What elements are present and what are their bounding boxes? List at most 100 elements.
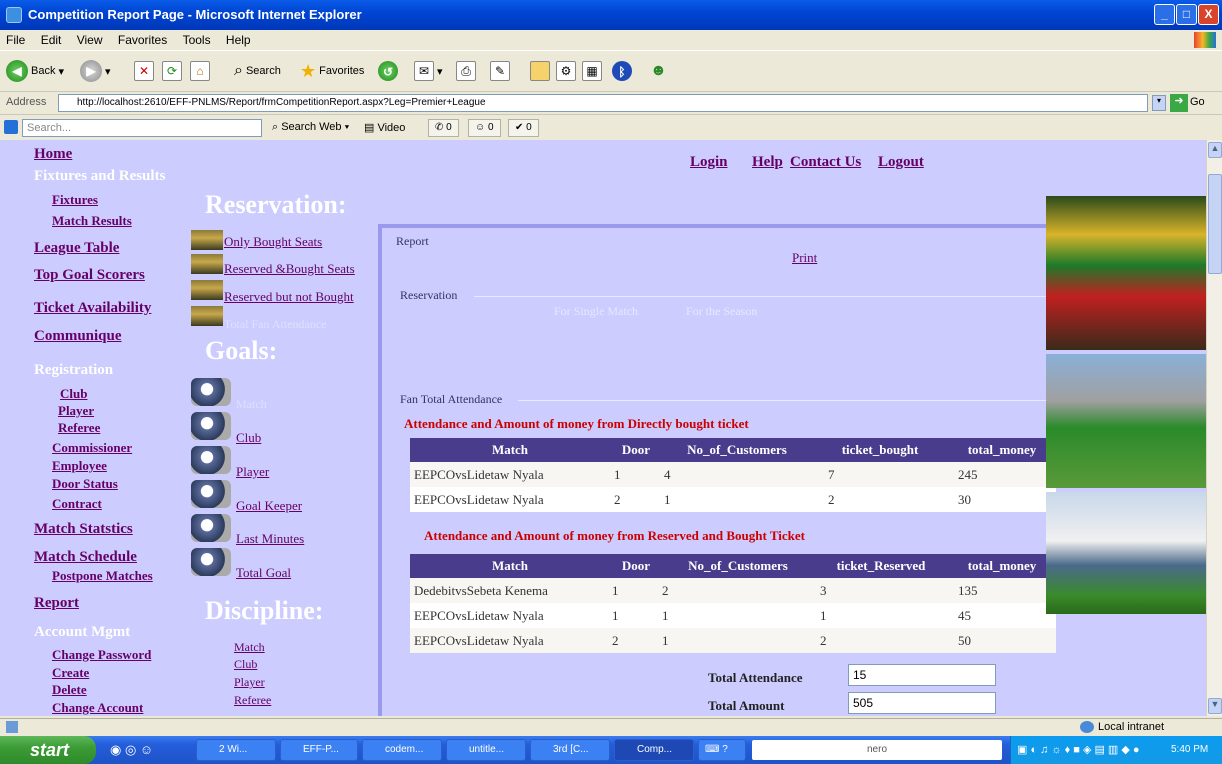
nav-club[interactable]: Club [60,386,87,402]
total-attendance-field[interactable]: 15 [848,664,996,686]
scroll-down-icon[interactable]: ▼ [1208,698,1222,714]
nav-match-results[interactable]: Match Results [52,213,132,229]
print-link[interactable]: Print [792,250,817,266]
menu-favorites[interactable]: Favorites [118,33,167,47]
start-button[interactable]: start [0,736,96,764]
goals-title: Goals: [205,336,278,365]
menu-help[interactable]: Help [226,33,251,47]
vertical-scrollbar[interactable]: ▲ ▼ [1206,140,1222,716]
back-button[interactable]: ◀ Back ▾ [6,59,64,83]
history-button[interactable]: ↺ [378,59,398,83]
nav-postpone-matches[interactable]: Postpone Matches [52,568,153,584]
counter-1[interactable]: ✆ 0 [428,119,459,137]
menu-view[interactable]: View [77,33,103,47]
tab-season[interactable]: For the Season [686,304,757,319]
edit-button[interactable]: ✎ [490,59,510,83]
home-button[interactable]: ⌂ [190,59,210,83]
tool1-button[interactable]: ⚙ [556,59,576,83]
discipline-match-link[interactable]: Match [234,640,265,655]
goals-last-minutes-link[interactable]: Last Minutes [236,531,304,547]
nav-match-statstics[interactable]: Match Statstics [34,521,133,538]
go-arrow-icon[interactable]: ➜ [1170,94,1188,112]
scroll-thumb[interactable] [1208,174,1222,274]
nav-player[interactable]: Player [58,403,94,419]
tab-single-match[interactable]: For Single Match [554,304,638,319]
nav-contract[interactable]: Contract [52,496,102,512]
task-button-keyboard[interactable]: ⌨ ? [698,739,746,761]
goals-goal-keeper-link[interactable]: Goal Keeper [236,498,302,514]
help-link[interactable]: Help [752,154,783,171]
nav-fixtures[interactable]: Fixtures [52,192,98,208]
goals-total-goal-link[interactable]: Total Goal [236,565,291,581]
counter-3[interactable]: ✔ 0 [508,119,539,137]
total-amount-field[interactable]: 505 [848,692,996,714]
status-bar: Local intranet [0,718,1222,736]
close-button[interactable]: X [1198,4,1219,25]
total-fan-attendance-link[interactable]: Total Fan Attendance [224,317,326,332]
nav-commissioner[interactable]: Commissioner [52,440,132,456]
nav-top-goal-scorers[interactable]: Top Goal Scorers [34,267,145,284]
search-toolbar: Search... ⌕ Search Web ▾ ▤ Video ✆ 0 ☺ 0… [0,114,1222,140]
goals-player-link[interactable]: Player [236,464,269,480]
stop-button[interactable]: ✕ [134,59,154,83]
tool2-button[interactable]: ▦ [582,59,602,83]
logout-link[interactable]: Logout [878,154,924,171]
maximize-button[interactable]: □ [1176,4,1197,25]
task-button[interactable]: EFF-P... [280,739,358,761]
quicklaunch-icons[interactable]: ◉ ◎ ☺ [110,742,153,758]
forward-button[interactable]: ▶ ▾ [80,59,111,83]
search-button[interactable]: ⌕ Search [234,59,281,83]
bluetooth-button[interactable]: ᛒ [612,59,632,83]
contact-us-link[interactable]: Contact Us [790,154,861,171]
nav-change-account[interactable]: Change Account [52,700,143,716]
minimize-button[interactable]: _ [1154,4,1175,25]
only-bought-seats-link[interactable]: Only Bought Seats [224,234,322,250]
goals-club-link[interactable]: Club [236,430,261,446]
discipline-player-link[interactable]: Player [234,675,265,690]
nav-league-table[interactable]: League Table [34,240,119,257]
search-web-button[interactable]: ⌕ Search Web ▾ [272,121,349,134]
address-dropdown-icon[interactable]: ▾ [1152,95,1166,111]
refresh-button[interactable]: ⟳ [162,59,182,83]
video-button[interactable]: ▤ Video [364,121,405,134]
nav-match-schedule[interactable]: Match Schedule [34,549,137,566]
print-button[interactable]: ⎙ [456,59,476,83]
go-button[interactable]: Go [1190,96,1205,108]
address-input[interactable]: http://localhost:2610/EFF-PNLMS/Report/f… [58,94,1148,112]
reserved-ticket-table: Match Door No_of_Customers ticket_Reserv… [410,554,1056,653]
reserved-bought-seats-link[interactable]: Reserved &Bought Seats [224,261,355,277]
nav-delete[interactable]: Delete [52,682,87,698]
favorites-button[interactable]: ★ Favorites [300,59,364,83]
task-button[interactable]: Comp... [614,739,694,761]
task-button[interactable]: 2 Wi... [196,739,276,761]
nav-employee[interactable]: Employee [52,458,107,474]
reserved-not-bought-link[interactable]: Reserved but not Bought [224,289,354,305]
discipline-referee-link[interactable]: Referee [234,693,271,708]
nav-referee[interactable]: Referee [58,420,100,436]
tray-icons[interactable]: ▣ ◐ ♫ ☼ ♦ ■ ◈ ▤ ▥ ◆ ● [1017,743,1140,756]
task-button[interactable]: 3rd [C... [530,739,610,761]
task-button[interactable]: untitle... [446,739,526,761]
counter-2[interactable]: ☺ 0 [468,119,501,137]
menu-file[interactable]: File [6,33,25,47]
nav-communique[interactable]: Communique [34,328,122,345]
nav-home[interactable]: Home [34,146,72,163]
mail-button[interactable]: ✉ ▾ [414,59,443,83]
nav-create[interactable]: Create [52,665,89,681]
table-cell: 45 [948,603,1056,628]
search-input[interactable]: Search... [22,119,262,137]
login-link[interactable]: Login [690,154,728,171]
nav-ticket-availability[interactable]: Ticket Availability [34,300,151,317]
menu-tools[interactable]: Tools [183,33,211,47]
goals-match-link[interactable]: Match [236,397,267,412]
folder-button[interactable] [530,59,550,83]
people-button[interactable]: ☻ [650,59,667,83]
scroll-up-icon[interactable]: ▲ [1208,142,1222,158]
discipline-club-link[interactable]: Club [234,657,257,672]
nav-door-status[interactable]: Door Status [52,476,118,492]
nero-search-box[interactable]: nero [752,740,1002,760]
task-button[interactable]: codem... [362,739,442,761]
menu-edit[interactable]: Edit [41,33,62,47]
nav-report[interactable]: Report [34,595,79,612]
nav-change-password[interactable]: Change Password [52,647,151,663]
